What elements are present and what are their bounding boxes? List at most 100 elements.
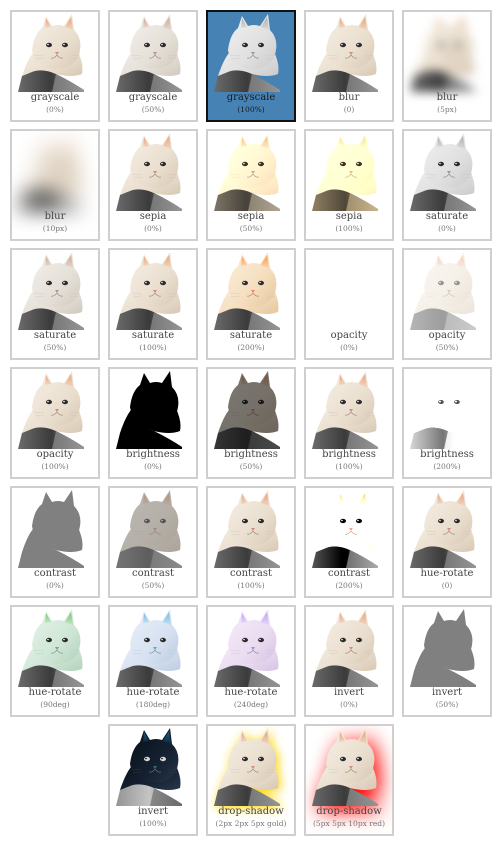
filter-value: (100%) xyxy=(139,819,167,828)
filter-tile-sepia[interactable]: sepia (0%) xyxy=(108,129,198,241)
cat-photo xyxy=(312,609,378,687)
cat-photo xyxy=(410,14,476,92)
filter-name: hue-rotate xyxy=(224,687,278,698)
filter-value: (2px 2px 5px gold) xyxy=(215,819,287,828)
filter-tile-brightness[interactable]: brightness (0%) xyxy=(108,367,198,479)
filter-tile-grayscale[interactable]: grayscale (50%) xyxy=(108,10,198,122)
filter-name: blur xyxy=(338,92,360,103)
filter-tile-opacity[interactable]: opacity (50%) xyxy=(402,248,492,360)
filter-value: (50%) xyxy=(435,700,459,709)
filter-tile-brightness[interactable]: brightness (100%) xyxy=(304,367,394,479)
filter-value: (100%) xyxy=(237,581,265,590)
filter-name: contrast xyxy=(328,568,370,579)
cat-photo xyxy=(410,133,476,211)
filter-tile-invert[interactable]: invert (0%) xyxy=(304,605,394,717)
filter-tile-contrast[interactable]: contrast (50%) xyxy=(108,486,198,598)
filter-value: (200%) xyxy=(433,462,461,471)
filter-tile-grayscale[interactable]: grayscale (100%) xyxy=(206,10,296,122)
filter-value: (0%) xyxy=(46,105,64,114)
filter-name: brightness xyxy=(420,449,474,460)
filter-value: (10px) xyxy=(42,224,68,233)
filter-value: (100%) xyxy=(139,343,167,352)
filter-value: (0) xyxy=(343,105,355,114)
filter-tile-blur[interactable]: blur (10px) xyxy=(10,129,100,241)
filter-tile-opacity[interactable]: opacity (0%) xyxy=(304,248,394,360)
cat-photo xyxy=(214,490,280,568)
filter-grid: grayscale (0%) grayscale (50%) grayscale… xyxy=(0,0,500,851)
filter-name: brightness xyxy=(322,449,376,460)
filter-name: grayscale xyxy=(30,92,80,103)
filter-value: (50%) xyxy=(141,581,165,590)
filter-name: opacity xyxy=(36,449,74,460)
cat-photo xyxy=(312,728,378,806)
filter-tile-contrast[interactable]: contrast (100%) xyxy=(206,486,296,598)
filter-name: invert xyxy=(333,687,364,698)
cat-photo xyxy=(18,252,84,330)
cat-photo xyxy=(116,133,182,211)
filter-tile-blur[interactable]: blur (0) xyxy=(304,10,394,122)
filter-name: blur xyxy=(436,92,458,103)
cat-photo xyxy=(214,728,280,806)
filter-tile-contrast[interactable]: contrast (200%) xyxy=(304,486,394,598)
filter-tile-brightness[interactable]: brightness (200%) xyxy=(402,367,492,479)
filter-value: (0%) xyxy=(144,224,162,233)
filter-value: (100%) xyxy=(41,462,69,471)
filter-value: (0%) xyxy=(144,462,162,471)
filter-name: invert xyxy=(431,687,462,698)
filter-tile-drop-shadow[interactable]: drop-shadow (2px 2px 5px gold) xyxy=(206,724,296,836)
filter-tile-saturate[interactable]: saturate (200%) xyxy=(206,248,296,360)
filter-tile-sepia[interactable]: sepia (100%) xyxy=(304,129,394,241)
filter-name: blur xyxy=(44,211,66,222)
cat-photo xyxy=(312,490,378,568)
cat-photo xyxy=(18,133,84,211)
filter-value: (50%) xyxy=(43,343,67,352)
filter-name: contrast xyxy=(230,568,272,579)
filter-tile-opacity[interactable]: opacity (100%) xyxy=(10,367,100,479)
filter-tile-sepia[interactable]: sepia (50%) xyxy=(206,129,296,241)
filter-value: (0%) xyxy=(340,700,358,709)
filter-name: hue-rotate xyxy=(28,687,82,698)
filter-name: brightness xyxy=(224,449,278,460)
filter-name: invert xyxy=(137,806,168,817)
filter-tile-brightness[interactable]: brightness (50%) xyxy=(206,367,296,479)
cat-photo xyxy=(18,609,84,687)
filter-name: saturate xyxy=(425,211,469,222)
cat-photo xyxy=(410,609,476,687)
filter-tile-invert[interactable]: invert (100%) xyxy=(108,724,198,836)
filter-name: opacity xyxy=(428,330,466,341)
filter-name: hue-rotate xyxy=(126,687,180,698)
filter-name: drop-shadow xyxy=(316,806,382,817)
filter-tile-grayscale[interactable]: grayscale (0%) xyxy=(10,10,100,122)
filter-tile-invert[interactable]: invert (50%) xyxy=(402,605,492,717)
filter-tile-saturate[interactable]: saturate (50%) xyxy=(10,248,100,360)
cat-photo xyxy=(18,371,84,449)
cat-photo xyxy=(410,371,476,449)
filter-tile-hue-rotate[interactable]: hue-rotate (0) xyxy=(402,486,492,598)
cat-photo xyxy=(214,14,280,92)
filter-tile-blur[interactable]: blur (5px) xyxy=(402,10,492,122)
filter-tile-saturate[interactable]: saturate (0%) xyxy=(402,129,492,241)
cat-photo xyxy=(116,14,182,92)
filter-name: saturate xyxy=(229,330,273,341)
filter-value: (5px) xyxy=(437,105,457,114)
filter-tile-hue-rotate[interactable]: hue-rotate (90deg) xyxy=(10,605,100,717)
filter-tile-hue-rotate[interactable]: hue-rotate (240deg) xyxy=(206,605,296,717)
filter-value: (50%) xyxy=(239,462,263,471)
filter-name: contrast xyxy=(34,568,76,579)
cat-photo xyxy=(410,490,476,568)
cat-photo xyxy=(116,728,182,806)
filter-name: grayscale xyxy=(226,92,276,103)
filter-tile-hue-rotate[interactable]: hue-rotate (180deg) xyxy=(108,605,198,717)
filter-name: opacity xyxy=(330,330,368,341)
filter-tile-drop-shadow[interactable]: drop-shadow (5px 5px 10px red) xyxy=(304,724,394,836)
filter-tile-saturate[interactable]: saturate (100%) xyxy=(108,248,198,360)
cat-photo xyxy=(214,609,280,687)
filter-value: (0%) xyxy=(46,581,64,590)
filter-value: (100%) xyxy=(237,105,265,114)
cat-photo xyxy=(214,252,280,330)
filter-name: contrast xyxy=(132,568,174,579)
filter-value: (50%) xyxy=(141,105,165,114)
filter-tile-contrast[interactable]: contrast (0%) xyxy=(10,486,100,598)
filter-name: saturate xyxy=(33,330,77,341)
cat-photo xyxy=(306,250,392,330)
